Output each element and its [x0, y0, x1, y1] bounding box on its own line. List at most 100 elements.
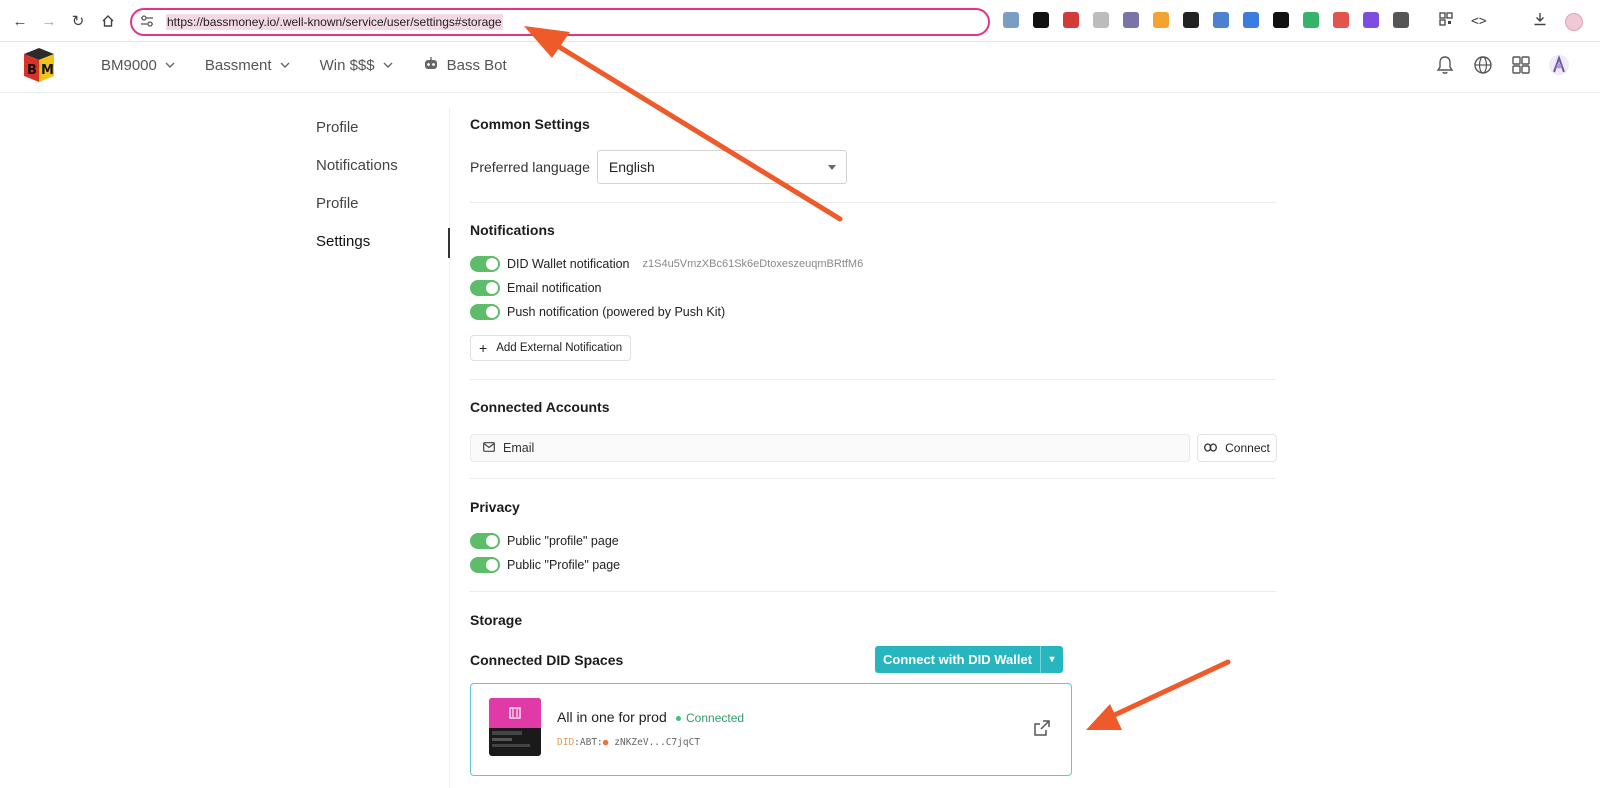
public-profile-label-1: Public "profile" page	[507, 534, 619, 548]
globe-icon[interactable]	[1472, 54, 1494, 76]
app-header: B M BM9000 Bassment Win $$$ Bass Bot	[0, 42, 1600, 93]
nav-item-2[interactable]: Win $$$	[320, 57, 393, 74]
menu-divider	[449, 108, 450, 788]
space-thumbnail-preview	[489, 728, 541, 750]
nav-item-1[interactable]: Bassment	[205, 57, 290, 74]
reload-icon[interactable]: ↻	[68, 11, 88, 31]
ring-ext-icon[interactable]	[1183, 12, 1199, 28]
nav-item-label: BM9000	[101, 56, 157, 74]
space-name: All in one for prod	[557, 709, 667, 725]
nav-item-label: Win $$$	[319, 56, 375, 74]
forward-icon[interactable]: →	[39, 11, 59, 31]
nav-item-label: Bass Bot	[446, 56, 507, 74]
push-notification-toggle[interactable]	[470, 304, 500, 320]
did-method: :ABT:	[574, 737, 603, 748]
notifications-title: Notifications	[470, 222, 555, 238]
did-prefix: DID	[557, 737, 575, 748]
settings-menu-item-settings[interactable]: Settings	[316, 222, 450, 260]
storage-title: Storage	[470, 612, 523, 628]
plus-icon: +	[479, 340, 488, 356]
yo-ext-icon[interactable]	[1333, 12, 1349, 28]
url-text: https://bassmoney.io/.well-known/service…	[166, 14, 503, 30]
public-profile-label-2: Public "Profile" page	[507, 558, 621, 572]
caret-down-icon	[827, 165, 836, 170]
puzzle-ext-icon[interactable]	[1393, 12, 1409, 28]
did-wallet-notification-toggle[interactable]	[470, 256, 500, 272]
user-avatar[interactable]	[1548, 54, 1570, 76]
email-notification-toggle[interactable]	[470, 280, 500, 296]
did-spaces-logo-icon	[489, 698, 541, 728]
chevron-down-icon	[165, 60, 175, 71]
connected-spaces-title: Connected DID Spaces	[470, 652, 624, 668]
public-profile-toggle-2[interactable]	[470, 557, 500, 573]
rainbow-ext-icon[interactable]	[1003, 12, 1019, 28]
moon-ext-icon[interactable]	[1153, 12, 1169, 28]
extensions-bar	[1003, 12, 1409, 28]
bm-logo[interactable]: B M	[20, 46, 58, 84]
settings-menu-item-notifications[interactable]: Notifications	[316, 146, 450, 184]
connect-did-wallet-button[interactable]: Connect with DID Wallet ▾	[875, 646, 1064, 673]
email-account-field: Email	[470, 434, 1190, 462]
did-wallet-notification-row: DID Wallet notification z1S4u5VmzXBc61Sk…	[470, 252, 863, 276]
space-thumbnail	[489, 698, 541, 756]
did-value: zNKZeV...C7jqCT	[614, 737, 701, 748]
push-notification-label: Push notification (powered by Push Kit)	[507, 305, 726, 319]
header-actions	[1434, 54, 1570, 76]
privacy-title: Privacy	[470, 499, 520, 515]
active-indicator	[448, 228, 450, 258]
divider	[470, 591, 1276, 592]
settings-menu-item-profile[interactable]: Profile	[316, 108, 450, 146]
bell-icon[interactable]	[1434, 54, 1456, 76]
monitor-ext-icon[interactable]	[1213, 12, 1229, 28]
settings-menu-item-profile[interactable]: Profile	[316, 184, 450, 222]
profile-avatar-icon[interactable]	[1564, 12, 1583, 31]
public-profile-row-1: Public "profile" page	[470, 529, 619, 553]
open-external-icon[interactable]	[1033, 719, 1053, 739]
divider	[470, 202, 1276, 203]
public-profile-toggle-1[interactable]	[470, 533, 500, 549]
link-icon	[1204, 441, 1218, 455]
add-external-notification-button[interactable]: + Add External Notification	[470, 335, 632, 361]
public-profile-row-2: Public "Profile" page	[470, 553, 620, 577]
top-nav: BM9000 Bassment Win $$$ Bass Bot	[101, 56, 507, 74]
chevron-down-icon	[280, 60, 290, 71]
connect-email-button[interactable]: Connect	[1197, 434, 1277, 462]
dollar-ext-icon[interactable]	[1243, 12, 1259, 28]
fox-ext-icon[interactable]	[1123, 12, 1139, 28]
red-box-ext-icon[interactable]	[1063, 12, 1079, 28]
svg-text:M: M	[41, 63, 54, 78]
toolbar-right: <> ⋮	[1439, 12, 1600, 31]
did-space-card[interactable]: All in one for prod Connected DID:ABT:● …	[470, 683, 1072, 776]
svg-text:B: B	[27, 63, 37, 78]
status-text: Connected	[686, 711, 745, 725]
code-icon[interactable]: <>	[1471, 14, 1487, 29]
did-wallet-id: z1S4u5VmzXBc61Sk6eDtoxeszeuqmBRtfM6	[642, 258, 864, 270]
status-dot	[676, 715, 681, 721]
divider	[470, 379, 1276, 380]
triangle-ext-icon[interactable]	[1033, 12, 1049, 28]
status-badge: Connected	[676, 711, 744, 725]
chevron-down-icon	[383, 60, 393, 71]
email-account-label: Email	[503, 441, 535, 455]
check-box-ext-icon[interactable]	[1273, 12, 1289, 28]
shield-ext-icon[interactable]	[1303, 12, 1319, 28]
language-label: Preferred language	[470, 159, 590, 175]
language-value: English	[608, 159, 655, 175]
site-settings-icon[interactable]	[140, 14, 158, 30]
nav-item-3[interactable]: Bass Bot	[423, 56, 507, 74]
nav-item-0[interactable]: BM9000	[101, 57, 175, 74]
card-ext-icon[interactable]	[1093, 12, 1109, 28]
common-settings-title: Common Settings	[470, 116, 590, 132]
d-ext-icon[interactable]	[1363, 12, 1379, 28]
divider	[470, 478, 1276, 479]
address-bar[interactable]: https://bassmoney.io/.well-known/service…	[130, 8, 990, 36]
language-select[interactable]: English	[596, 150, 847, 184]
add-external-notification-label: Add External Notification	[496, 342, 623, 354]
apps-grid-icon[interactable]	[1510, 54, 1532, 76]
qr-code-icon[interactable]	[1439, 12, 1453, 31]
arrow-to-space-card	[1086, 659, 1231, 730]
back-icon[interactable]: ←	[10, 11, 30, 31]
download-icon[interactable]	[1533, 12, 1547, 31]
home-icon[interactable]	[98, 11, 118, 31]
chevron-down-icon[interactable]: ▾	[1041, 654, 1063, 665]
